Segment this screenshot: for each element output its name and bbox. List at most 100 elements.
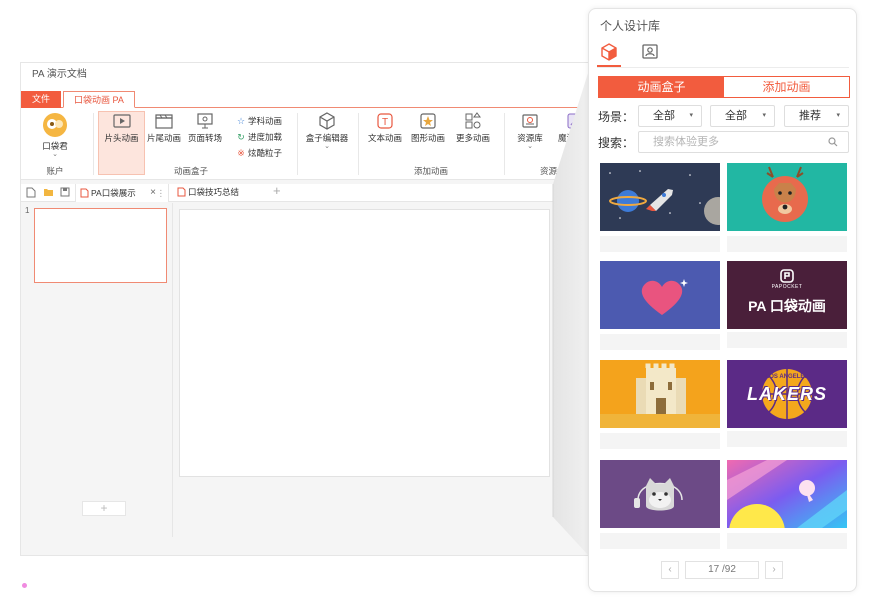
more-animation-button[interactable]: 更多动画 [455,112,491,144]
papocket-logo-icon [780,269,794,283]
document-icon [177,187,186,197]
next-page-button[interactable]: › [765,561,783,579]
segment-animation-box[interactable]: 动画盒子 [599,77,724,97]
intro-animation-button[interactable]: 片头动画 [98,111,145,175]
document-tab-bar: PA口袋展示 × ⋮ 口袋技巧总结 + ▾ [21,183,594,202]
card-papocket-logo[interactable]: PAPOCKET PA 口袋动画 [727,261,847,348]
user-library-icon[interactable] [641,41,659,65]
page-indicator: 17 /92 [708,564,736,575]
chevron-down-icon: ▾ [689,112,693,119]
segment-add-animation[interactable]: 添加动画 [724,77,849,97]
app-window: PA 演示文档 文件 口袋动画 PA 口袋君 ⌄ 账户 片头动画 片尾动画 页面… [20,62,595,556]
decorative-dot [22,583,27,588]
group-label-resource: 资源盒子 [539,166,574,176]
segment-control: 动画盒子 添加动画 [598,76,850,98]
search-label: 搜索： [598,136,635,150]
chevron-down-icon[interactable]: ▾ [573,186,577,194]
svg-text:T: T [382,117,388,128]
outro-animation-button[interactable]: 片尾动画 [146,112,182,144]
account-button[interactable]: 口袋君 ⌄ [35,112,75,158]
card-castle[interactable] [600,360,720,449]
resource-library-button[interactable]: 资源库 ⌄ [511,112,549,150]
progress-loading-item[interactable]: ↻ 进度加载 [236,131,282,143]
filter-dropdown-2[interactable]: 全部 ▾ [710,105,775,127]
doc-tab-pa-showcase[interactable]: PA口袋展示 × ⋮ [75,184,169,202]
slide-thumbnail[interactable] [34,208,167,283]
search-input[interactable]: 搜索体验更多 [638,131,849,153]
new-file-icon[interactable] [26,187,36,198]
castle-thumbnail [600,360,720,428]
slide-thumbnail-pane: 1 + [21,203,173,537]
slide-canvas[interactable] [179,209,550,477]
pagination: ‹ 17 /92 › [661,561,791,579]
card-deer[interactable] [727,163,847,252]
group-label-account: 账户 [46,166,64,176]
shape-animation-button[interactable]: 图形动画 [410,112,446,144]
search-icon[interactable] [828,137,838,147]
card-caption [727,332,847,348]
card-colorful-shapes[interactable] [727,460,847,560]
card-rocket-planet[interactable] [600,163,732,252]
card-lakers[interactable]: LOS ANGELES LAKERS [727,360,847,447]
video-icon [112,114,131,128]
filter-dropdown-1[interactable]: 全部 ▾ [638,105,702,127]
slide-number: 1 [25,206,30,215]
tab-pocket-animation[interactable]: 口袋动画 PA [63,91,135,108]
tab-file[interactable]: 文件 [21,91,61,108]
window-title: PA 演示文档 [21,63,594,87]
magic-wand-icon[interactable] [553,187,564,198]
text-animation-button[interactable]: T 文本动画 [367,112,403,144]
box-editor-button[interactable]: 盒子编辑器 ⌄ [304,112,350,150]
divider [297,113,298,175]
more-icon[interactable]: ⋮ [157,184,166,202]
deer-thumbnail [727,163,847,231]
card-caption [600,533,720,549]
sparkle-icon: ※ [237,148,245,158]
prev-page-button[interactable]: ‹ [661,561,679,579]
chevron-down-icon: ⌄ [527,143,533,150]
page-transition-button[interactable]: 页面转场 [186,112,224,144]
card-cat-headphones[interactable] [600,460,720,549]
cat-thumbnail [600,460,720,528]
chevron-down-icon: ⌄ [52,151,58,158]
scene-label: 场景： [598,110,635,124]
chevron-down-icon: ▾ [762,112,766,119]
card-caption [727,431,847,447]
magic-wand-icon [567,113,583,129]
avatar-icon [43,113,67,137]
ribbon: 口袋君 ⌄ 账户 片头动画 片尾动画 页面转场 ☆ 学科动画 ↻ 进度加载 ※ 炫酷粒… [21,108,594,180]
group-label-box: 动画盒子 [173,166,208,176]
card-caption [600,334,720,350]
card-caption [727,533,847,549]
shapes-icon [465,112,481,129]
add-slide-button[interactable]: + [82,501,126,516]
card-caption [727,236,847,252]
new-tab-icon[interactable]: + [273,183,281,198]
card-caption [600,236,720,252]
sort-dropdown[interactable]: 推荐 ▾ [784,105,849,127]
group-label-add: 添加动画 [413,166,448,176]
close-icon[interactable]: × [150,184,156,202]
shape-star-icon [420,113,436,129]
save-icon[interactable] [60,187,70,197]
chevron-down-icon: ⌄ [324,143,330,150]
divider [597,67,849,68]
card-heart[interactable] [600,261,720,350]
lakers-thumbnail: LOS ANGELES LAKERS [727,360,847,428]
subject-animation-item[interactable]: ☆ 学科动画 [236,115,282,127]
card-caption [600,433,720,449]
box-icon[interactable] [600,41,618,65]
particle-item[interactable]: ※ 炫酷粒子 [236,147,282,159]
heart-thumbnail [600,261,720,329]
folder-icon[interactable] [43,187,54,197]
refresh-icon: ↻ [237,132,245,142]
colorful-shapes-thumbnail [727,460,847,560]
papocket-thumbnail: PAPOCKET PA 口袋动画 [727,261,847,329]
divider [358,113,359,175]
star-icon: ☆ [236,116,246,126]
design-library-panel: 个人设计库 动画盒子 添加动画 场景： 全部 ▾ 全部 ▾ 推荐 ▾ 搜索： 搜索体验… [588,8,857,592]
clapperboard-icon [155,114,173,129]
library-icon [522,114,538,128]
doc-tab-tips[interactable]: 口袋技巧总结 [177,186,239,198]
text-animation-icon: T [377,113,393,129]
